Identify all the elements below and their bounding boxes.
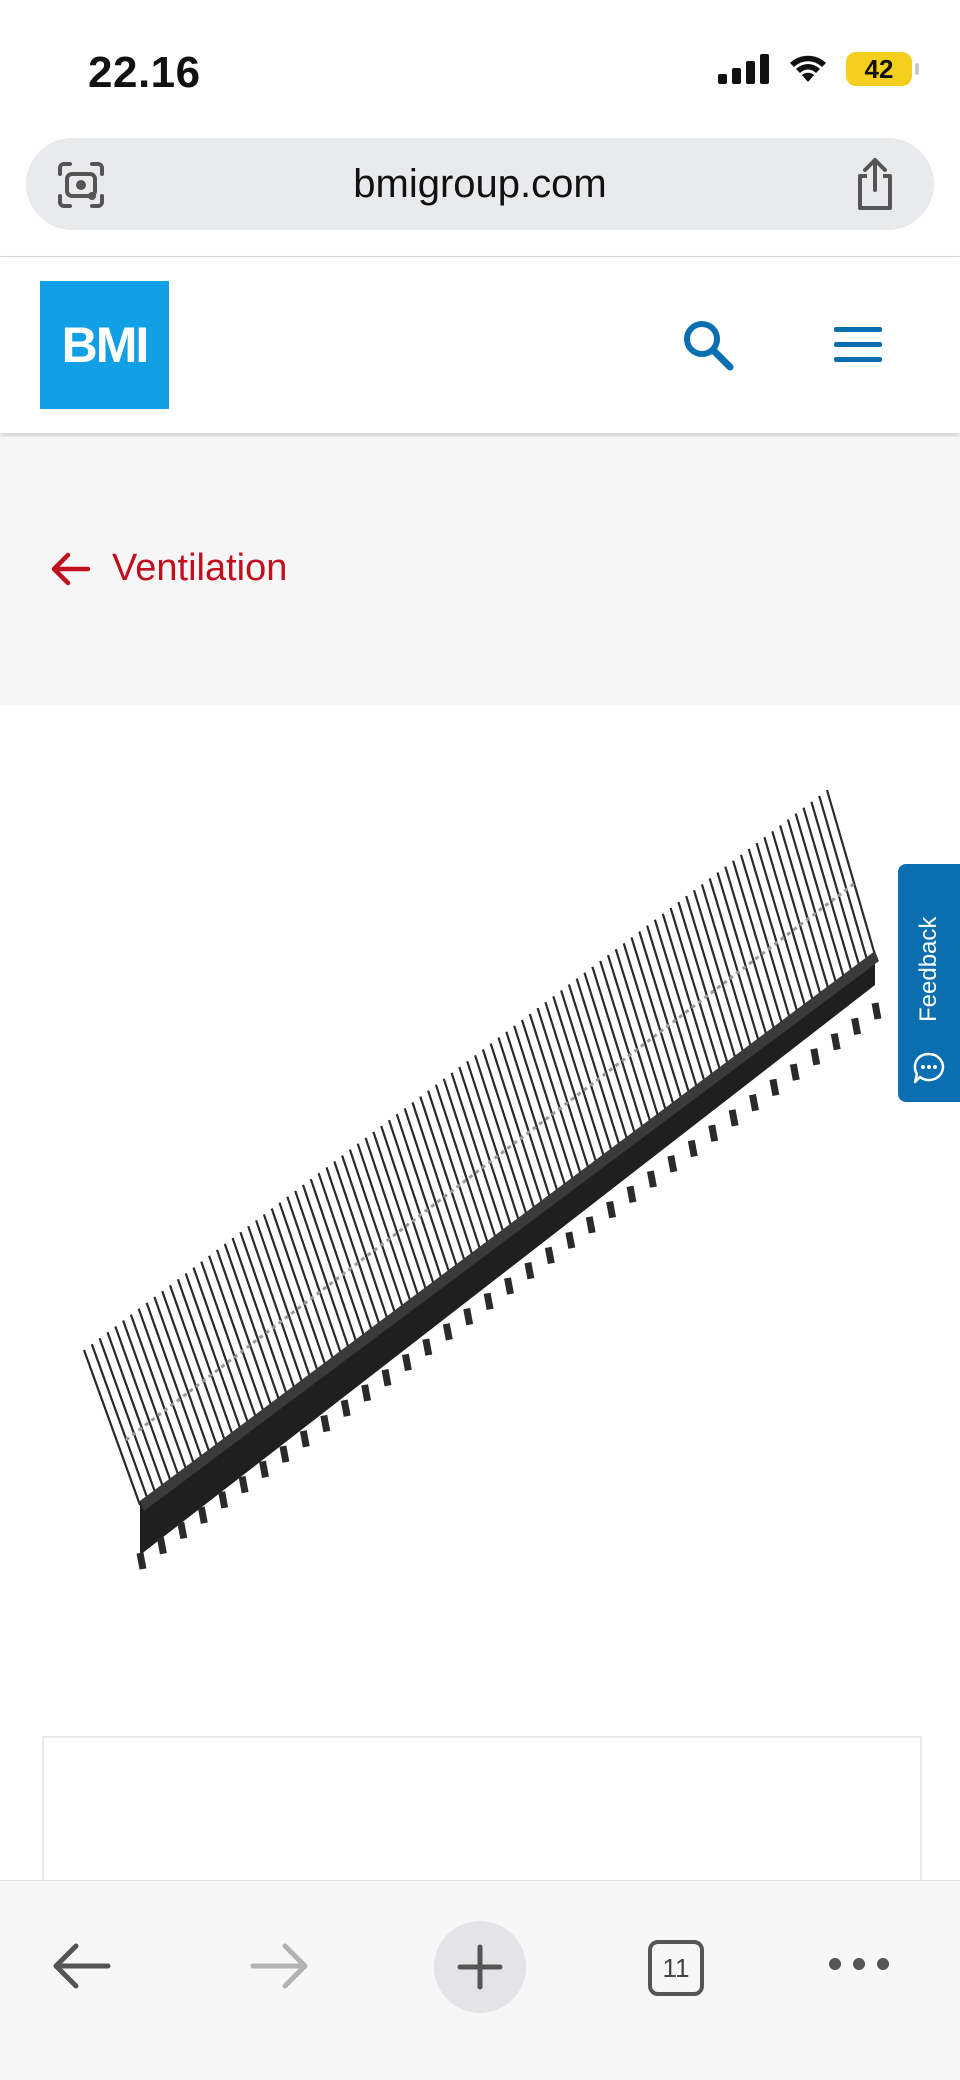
hamburger-menu-icon[interactable] bbox=[832, 323, 884, 367]
site-header: BMI bbox=[0, 257, 960, 433]
back-arrow-icon bbox=[51, 552, 90, 585]
back-link-label: Ventilation bbox=[112, 547, 288, 589]
logo-text: BMI bbox=[61, 317, 150, 373]
visual-search-icon[interactable] bbox=[56, 160, 106, 210]
status-bar: 22.16 42 bbox=[0, 0, 960, 130]
tabs-count: 11 bbox=[662, 1952, 690, 1983]
share-icon[interactable] bbox=[850, 156, 900, 212]
new-tab-plus-icon bbox=[457, 1944, 503, 1990]
wifi-icon bbox=[790, 55, 826, 82]
tabs-icon[interactable]: 11 bbox=[648, 1940, 704, 1996]
status-time: 22.16 bbox=[88, 48, 201, 97]
back-to-ventilation-link[interactable]: Ventilation bbox=[50, 547, 287, 590]
battery-icon: 42 bbox=[846, 52, 919, 86]
new-tab-button[interactable] bbox=[434, 1921, 526, 2013]
search-icon[interactable] bbox=[680, 317, 736, 373]
browser-toolbar: 11 bbox=[0, 1880, 960, 2080]
status-icons: 42 bbox=[718, 52, 919, 86]
url-text: bmigroup.com bbox=[353, 161, 607, 206]
back-arrow-icon[interactable] bbox=[48, 1933, 114, 1999]
address-bar[interactable]: bmigroup.com bbox=[26, 138, 934, 230]
product-image[interactable] bbox=[0, 705, 960, 1735]
feedback-label: Feedback bbox=[915, 916, 942, 1022]
bmi-logo[interactable]: BMI bbox=[40, 281, 169, 409]
battery-level: 42 bbox=[864, 53, 894, 84]
chat-bubble-icon bbox=[913, 1052, 945, 1084]
feedback-tab[interactable]: Feedback bbox=[898, 864, 960, 1102]
forward-arrow-icon[interactable] bbox=[247, 1933, 313, 1999]
more-icon[interactable] bbox=[826, 1949, 892, 1979]
breadcrumb: Ventilation bbox=[0, 437, 960, 705]
signal-icon bbox=[718, 54, 769, 84]
eaves-comb-vent-product-image bbox=[82, 789, 882, 1570]
